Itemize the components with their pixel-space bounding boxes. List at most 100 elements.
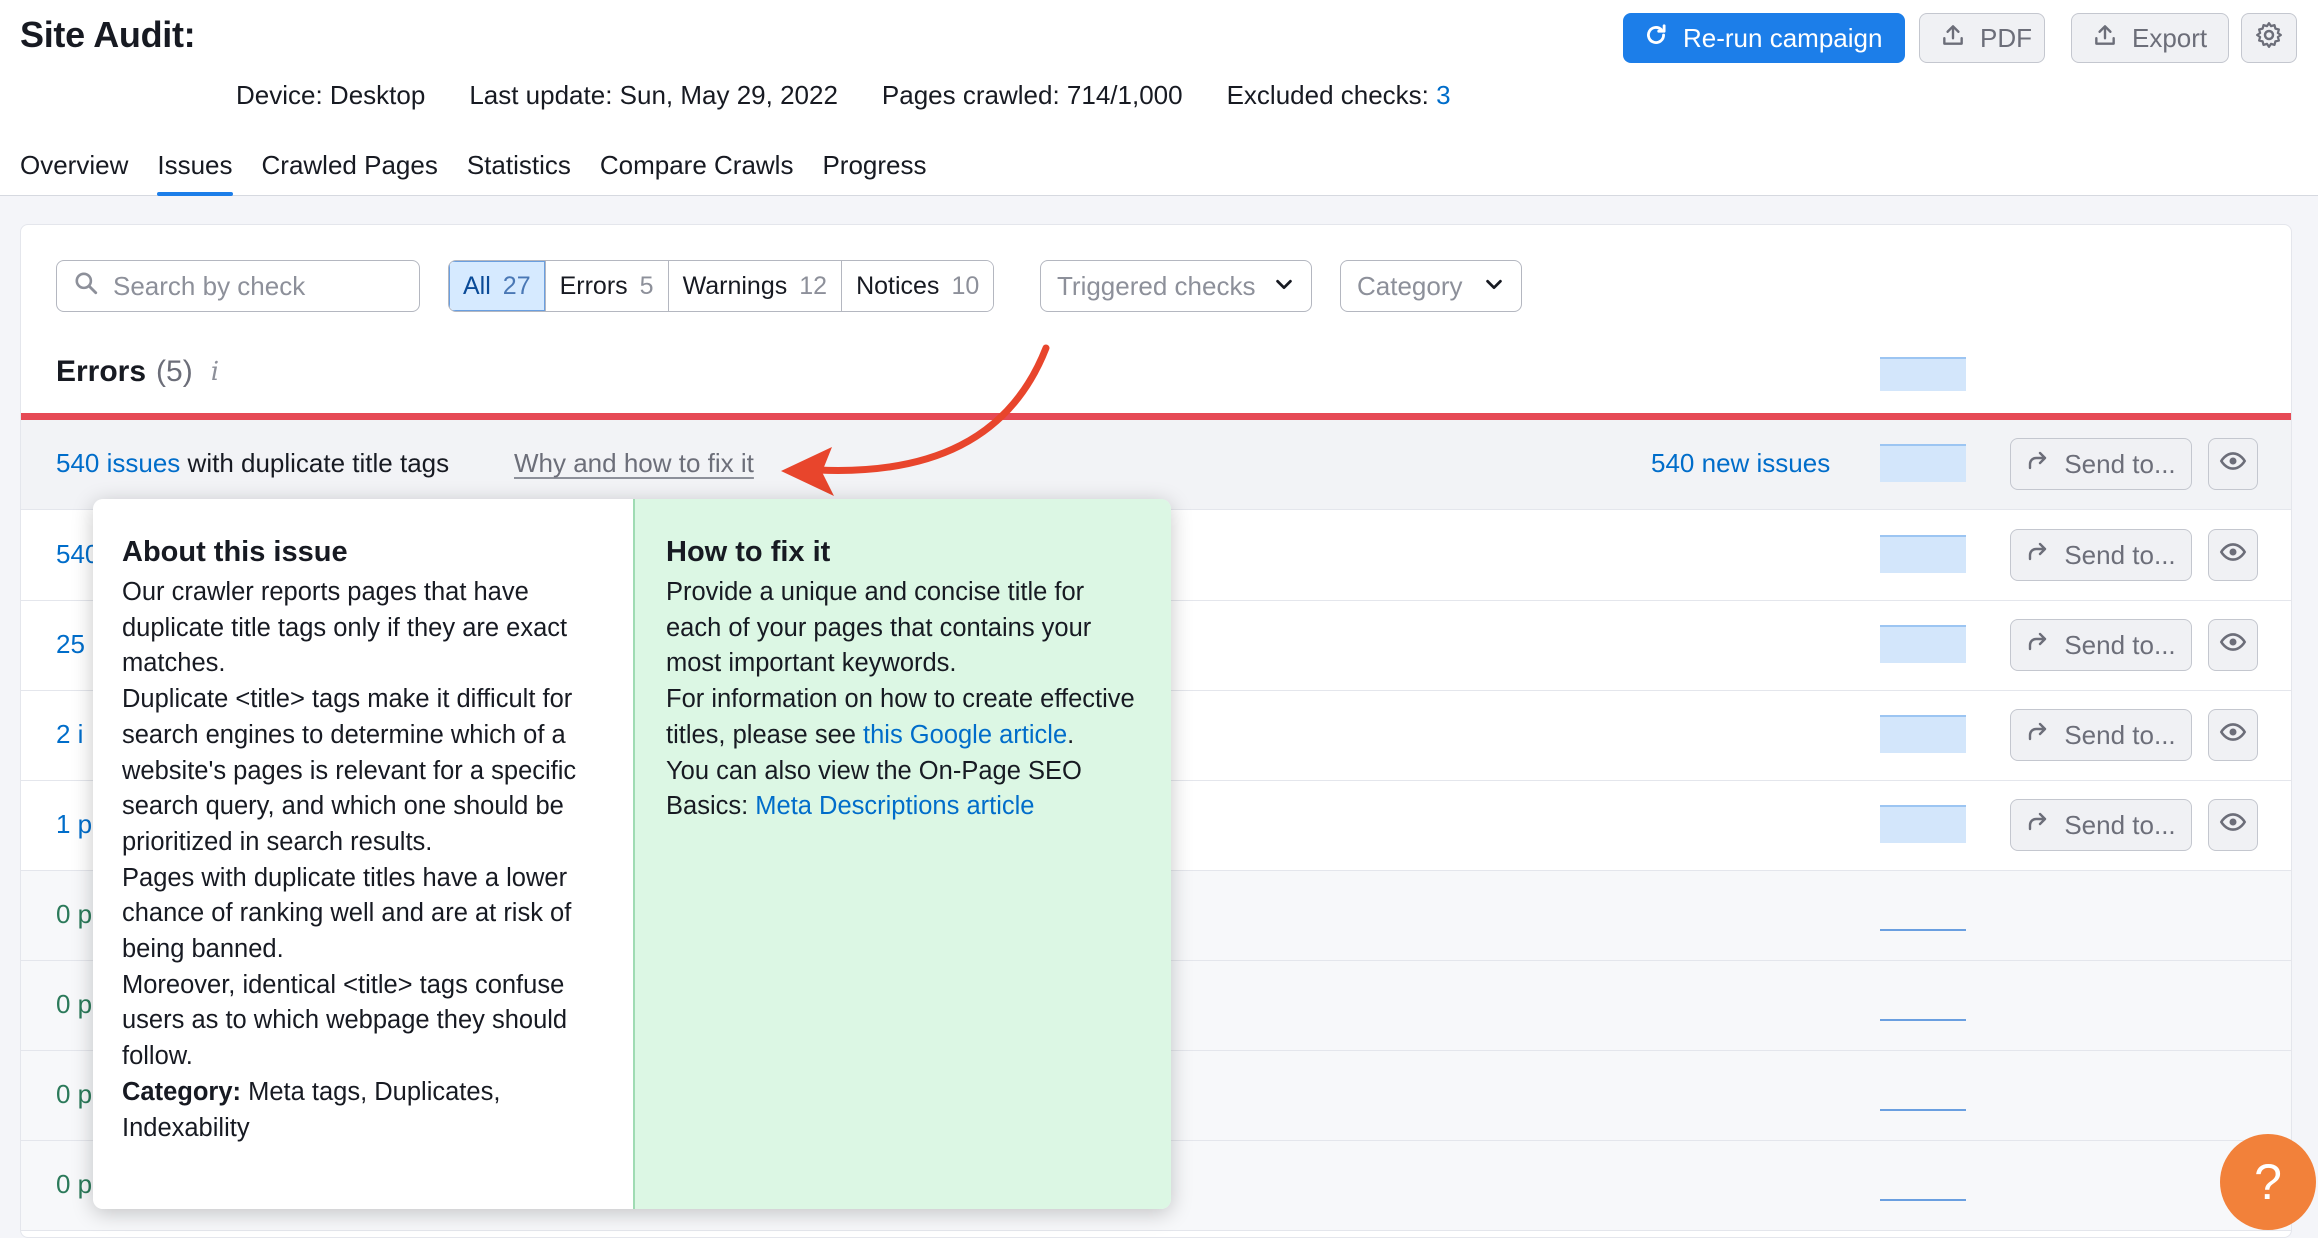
send-to-label: Send to... xyxy=(2064,448,2176,479)
tab-crawled-pages[interactable]: Crawled Pages xyxy=(262,150,438,196)
share-arrow-icon xyxy=(2026,449,2050,480)
settings-button[interactable] xyxy=(2241,13,2297,63)
audit-tabs: Overview Issues Crawled Pages Statistics… xyxy=(20,150,956,196)
toggle-visibility-button[interactable] xyxy=(2208,709,2258,761)
send-to-label: Send to... xyxy=(2064,809,2176,840)
toggle-visibility-button[interactable] xyxy=(2208,799,2258,851)
fix-paragraph: Provide a unique and concise title for e… xyxy=(666,578,1092,678)
toggle-visibility-button[interactable] xyxy=(2208,438,2258,490)
fix-paragraph: You can also view the On-Page SEO Basics… xyxy=(666,754,1141,825)
trend-sparkline xyxy=(1880,625,1966,663)
rerun-campaign-button[interactable]: Re-run campaign xyxy=(1623,13,1905,63)
issue-info-popover: About this issue Our crawler reports pag… xyxy=(93,499,1171,1209)
about-paragraph: Pages with duplicate titles have a lower… xyxy=(122,863,572,964)
excluded-checks-info: Excluded checks: 3 xyxy=(1227,80,1451,111)
why-and-how-link[interactable]: Why and how to fix it xyxy=(514,448,754,479)
about-issue-heading: About this issue xyxy=(122,536,348,568)
meta-descriptions-link[interactable]: Meta Descriptions article xyxy=(755,792,1034,820)
eye-icon xyxy=(2219,538,2247,573)
issue-title: 0 p xyxy=(56,1079,93,1109)
share-arrow-icon xyxy=(2026,630,2050,661)
send-to-button[interactable]: Send to... xyxy=(2010,709,2192,761)
triggered-checks-dropdown[interactable]: Triggered checks xyxy=(1040,260,1312,312)
top-header: Site Audit: Re-run campaign PDF Export D… xyxy=(0,0,2318,196)
how-to-fix-panel: How to fix it Provide a unique and conci… xyxy=(633,499,1171,1209)
issue-count-link[interactable]: 540 issues xyxy=(56,448,180,478)
refresh-icon xyxy=(1643,22,1669,55)
tab-issues[interactable]: Issues xyxy=(157,150,233,196)
tab-statistics[interactable]: Statistics xyxy=(467,150,571,196)
filter-label: Warnings xyxy=(682,271,788,300)
upload-icon xyxy=(1940,22,1966,55)
filter-errors[interactable]: Errors 5 xyxy=(545,261,669,311)
chevron-down-icon xyxy=(1273,271,1295,302)
device-info: Device: Desktop xyxy=(236,80,426,110)
trend-sparkline xyxy=(1880,535,1966,573)
about-paragraph: Moreover, identical <title> tags confuse… xyxy=(122,970,568,1071)
filter-notices[interactable]: Notices 10 xyxy=(842,261,994,311)
search-icon xyxy=(73,270,99,303)
trend-sparkline xyxy=(1880,715,1966,753)
eye-icon xyxy=(2219,808,2247,843)
share-arrow-icon xyxy=(2026,720,2050,751)
issue-title: 0 p xyxy=(56,989,93,1019)
share-arrow-icon xyxy=(2026,810,2050,841)
trend-sparkline xyxy=(1880,1199,1966,1201)
gear-icon xyxy=(2254,20,2284,57)
issue-title: 0 p xyxy=(56,1169,93,1199)
campaign-meta: Device: Desktop Last update: Sun, May 29… xyxy=(236,80,1451,111)
send-to-button[interactable]: Send to... xyxy=(2010,529,2192,581)
errors-title: Errors xyxy=(56,355,147,388)
issue-description: with duplicate title tags xyxy=(180,448,450,478)
filter-warnings[interactable]: Warnings 12 xyxy=(668,261,843,311)
search-input[interactable] xyxy=(113,270,403,302)
search-box[interactable] xyxy=(56,260,420,312)
eye-icon xyxy=(2219,718,2247,753)
filter-label: Notices xyxy=(856,271,940,300)
pdf-label: PDF xyxy=(1980,22,2032,53)
toggle-visibility-button[interactable] xyxy=(2208,529,2258,581)
trend-sparkline xyxy=(1880,357,1966,391)
filter-count: 27 xyxy=(502,271,531,300)
send-to-button[interactable]: Send to... xyxy=(2010,438,2192,490)
send-to-button[interactable]: Send to... xyxy=(2010,619,2192,671)
help-button[interactable]: ? xyxy=(2220,1134,2316,1230)
tab-compare-crawls[interactable]: Compare Crawls xyxy=(600,150,794,196)
tab-progress[interactable]: Progress xyxy=(822,150,926,196)
send-to-label: Send to... xyxy=(2064,719,2176,750)
issue-category: Category: Meta tags, Duplicates, Indexab… xyxy=(122,1075,603,1146)
pdf-button[interactable]: PDF xyxy=(1919,13,2045,63)
rerun-campaign-label: Re-run campaign xyxy=(1683,22,1883,53)
eye-icon xyxy=(2219,628,2247,663)
about-issue-panel: About this issue Our crawler reports pag… xyxy=(93,499,633,1209)
issue-title: 25 xyxy=(56,629,85,660)
page-title: Site Audit: xyxy=(20,14,196,55)
trend-sparkline xyxy=(1880,929,1966,931)
filter-label: All xyxy=(463,271,491,300)
category-dropdown[interactable]: Category xyxy=(1340,260,1522,312)
excluded-checks-link[interactable]: 3 xyxy=(1436,80,1450,110)
trend-sparkline xyxy=(1880,1109,1966,1111)
issue-title: 1 p xyxy=(56,809,92,840)
export-button[interactable]: Export xyxy=(2071,13,2229,63)
tab-overview[interactable]: Overview xyxy=(20,150,128,196)
fix-paragraph: For information on how to create effecti… xyxy=(666,682,1141,753)
trend-sparkline xyxy=(1880,805,1966,843)
google-article-link[interactable]: this Google article xyxy=(863,721,1067,749)
filter-label: Errors xyxy=(559,271,628,300)
fix-text: . xyxy=(1067,720,1075,749)
issue-count-link[interactable]: 1 p xyxy=(56,809,92,839)
send-to-button[interactable]: Send to... xyxy=(2010,799,2192,851)
about-paragraph: Our crawler reports pages that have dupl… xyxy=(122,578,568,678)
issue-count-link[interactable]: 2 i xyxy=(56,719,83,749)
pages-crawled-info: Pages crawled: 714/1,000 xyxy=(881,80,1183,110)
issue-title: 0 p xyxy=(56,899,93,929)
export-label: Export xyxy=(2132,22,2208,53)
info-icon[interactable]: i xyxy=(211,357,219,387)
issue-count-link[interactable]: 25 xyxy=(56,629,85,659)
filter-all[interactable]: All 27 xyxy=(449,261,546,311)
issue-type-filter: All 27 Errors 5 Warnings 12 Notices 10 xyxy=(448,260,995,312)
toggle-visibility-button[interactable] xyxy=(2208,619,2258,671)
new-issues-link[interactable]: 540 new issues xyxy=(1651,448,1830,479)
excluded-checks-label: Excluded checks: xyxy=(1226,80,1429,110)
